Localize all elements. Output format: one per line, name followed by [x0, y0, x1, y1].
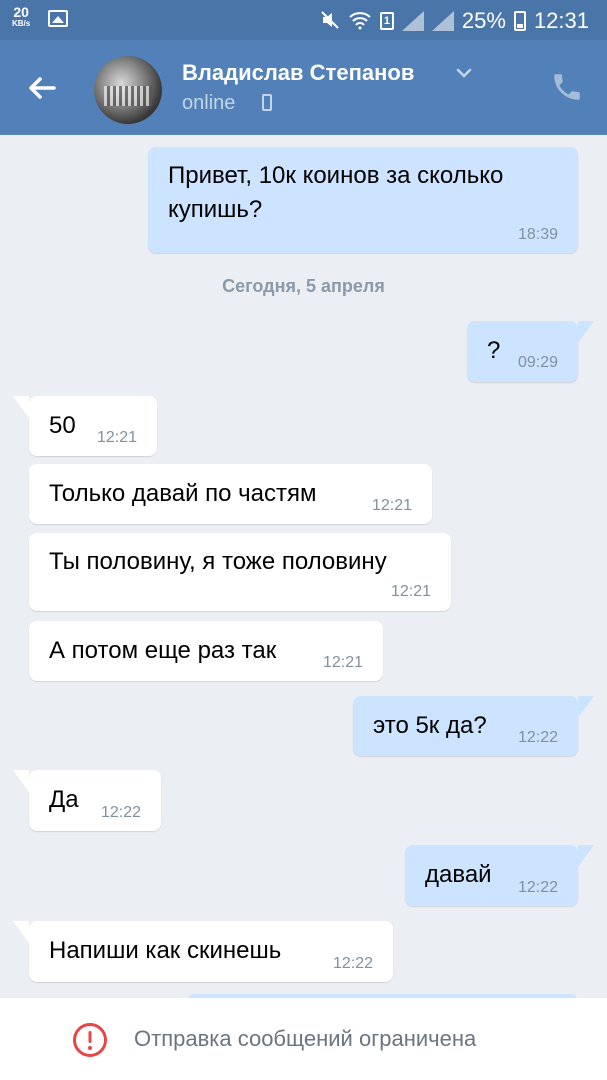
message-list[interactable]: Привет, 10к коинов за сколько купишь? 18…	[0, 135, 607, 998]
sim-icon: 1	[379, 12, 394, 30]
mute-icon	[320, 10, 340, 33]
network-speed-unit: KB/s	[12, 19, 31, 28]
message-incoming[interactable]: А потом еще раз так 12:21	[29, 621, 383, 681]
message-time: 12:22	[100, 804, 141, 821]
message-text: Только давай по частям	[49, 480, 317, 507]
wifi-icon	[348, 10, 372, 33]
message-incoming[interactable]: Ты половину, я тоже половину 12:21	[29, 533, 451, 611]
message-time: 18:39	[517, 226, 558, 243]
network-speed-value: 20	[13, 4, 29, 20]
message-outgoing[interactable]: это 5к да? 12:22	[353, 696, 594, 756]
message-time: 12:21	[322, 654, 363, 671]
bubble-tail	[578, 845, 594, 867]
back-button[interactable]	[22, 68, 62, 108]
signal-icon	[401, 11, 424, 31]
message-text: это 5к да?	[373, 712, 487, 739]
call-button[interactable]	[550, 70, 584, 104]
message-text: Ты половину, я тоже половину	[49, 548, 387, 575]
message-outgoing[interactable]: давай 12:22	[405, 845, 594, 906]
message-incoming[interactable]: Только давай по частям 12:21	[29, 464, 432, 524]
signal-2-icon	[431, 11, 454, 31]
gallery-notification-icon	[48, 10, 68, 27]
battery-percent: 25%	[461, 8, 506, 33]
contact-name[interactable]: Владислав Степанов	[182, 60, 414, 86]
message-incoming[interactable]: Напиши как скинешь 12:22	[13, 921, 393, 982]
phone-icon	[554, 74, 580, 100]
message-incoming[interactable]: 50 12:21	[13, 396, 157, 456]
battery-icon	[513, 11, 526, 31]
bubble-tail	[13, 921, 29, 943]
message-text: ?	[487, 337, 501, 364]
bubble-tail	[13, 396, 29, 418]
message-time: 12:21	[96, 429, 137, 446]
composer-restricted-bar: Отправка сообщений ограничена	[0, 998, 607, 1080]
chat-header: Владислав Степанов online	[0, 40, 607, 135]
warning-icon	[72, 1022, 108, 1058]
message-text: давай	[425, 861, 492, 888]
date-separator: Сегодня, 5 апреля	[222, 276, 385, 296]
message-text: А потом еще раз так	[49, 637, 277, 664]
clock: 12:31	[533, 8, 589, 33]
bubble-tail	[578, 321, 594, 343]
message-incoming[interactable]: Да 12:22	[13, 770, 161, 831]
bubble-tail	[13, 770, 29, 792]
message-time: 12:22	[517, 729, 558, 746]
avatar[interactable]	[94, 56, 162, 124]
message-outgoing[interactable]: Привет, 10к коинов за сколько купишь? 18…	[148, 147, 578, 253]
message-time: 09:29	[517, 354, 558, 371]
message-outgoing[interactable]: ? 09:29	[467, 321, 594, 382]
restriction-notice: Отправка сообщений ограничена	[134, 1026, 477, 1051]
network-speed: 20 KB/s	[12, 4, 31, 28]
arrow-left-icon	[29, 77, 56, 99]
contact-status: online	[182, 92, 236, 114]
message-text: Привет, 10к коинов за сколько купишь?	[168, 162, 504, 223]
message-time: 12:21	[371, 497, 412, 514]
mobile-device-icon	[262, 94, 272, 111]
status-icons: 1 25% 12:31	[320, 7, 589, 35]
message-text: 50	[49, 412, 76, 439]
message-time: 12:22	[332, 955, 373, 972]
message-time: 12:21	[390, 583, 431, 600]
message-time: 12:22	[517, 879, 558, 896]
status-bar: 20 KB/s 1 25% 12:31	[0, 0, 607, 40]
bubble-tail	[578, 696, 594, 718]
message-text: Напиши как скинешь	[49, 937, 282, 964]
message-text: Да	[49, 786, 79, 813]
chevron-down-icon[interactable]	[455, 64, 473, 82]
